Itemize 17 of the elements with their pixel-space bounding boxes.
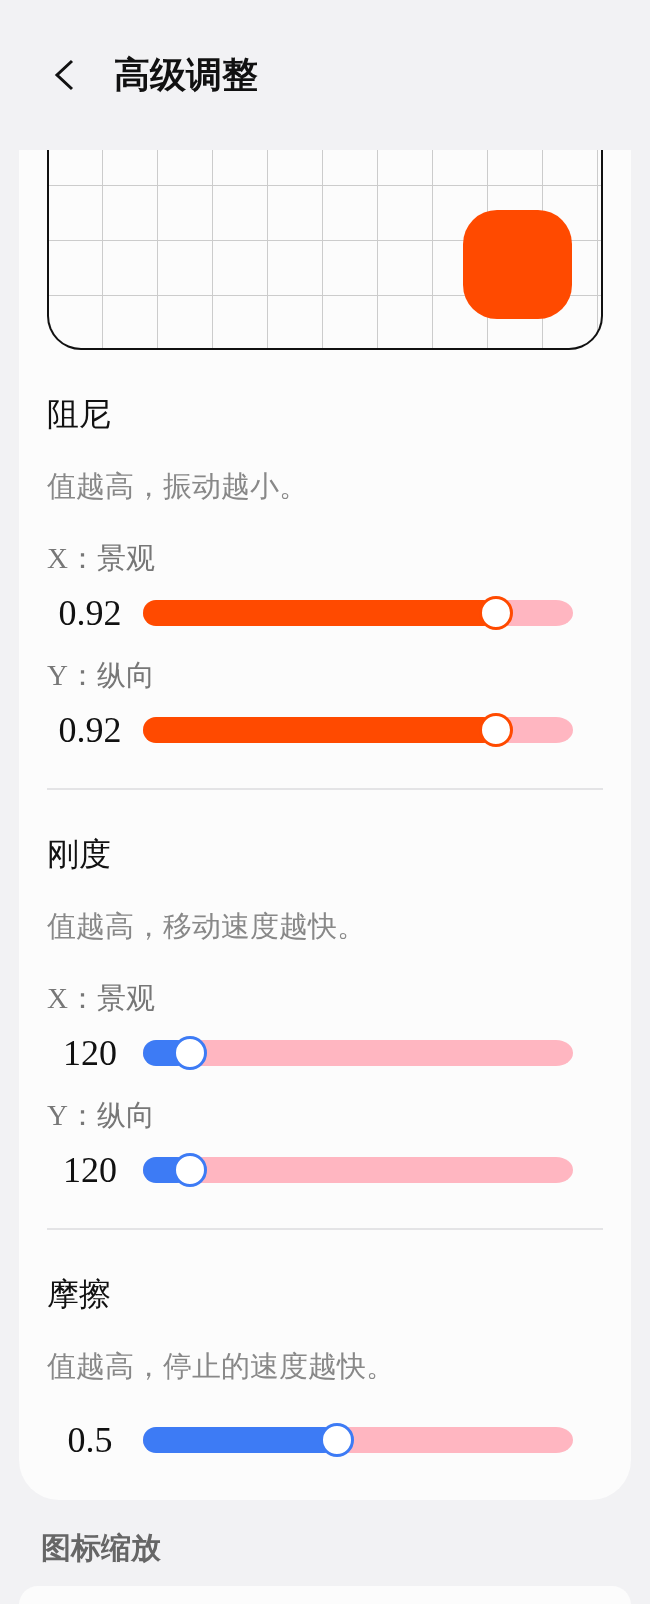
slider-label: X：景观 bbox=[47, 541, 156, 576]
slider-label: X：景观 bbox=[47, 981, 156, 1016]
slider-value: 120 bbox=[62, 1149, 118, 1191]
section-title: 阻尼 bbox=[47, 395, 112, 434]
slider-value: 120 bbox=[62, 1032, 118, 1074]
section-heading: 图标缩放 bbox=[41, 1530, 162, 1566]
slider-value: 0.5 bbox=[66, 1419, 114, 1461]
section-title: 摩擦 bbox=[47, 1275, 112, 1314]
section-description: 值越高，停止的速度越快。 bbox=[47, 1349, 396, 1384]
section-description: 值越高，移动速度越快。 bbox=[47, 909, 367, 944]
page-title: 高级调整 bbox=[114, 53, 258, 97]
slider-label: Y：纵向 bbox=[47, 1098, 156, 1133]
section-title: 刚度 bbox=[47, 835, 112, 874]
slider-value: 0.92 bbox=[57, 592, 123, 634]
section-description: 值越高，振动越小。 bbox=[47, 469, 309, 504]
slider-label: Y：纵向 bbox=[47, 658, 156, 693]
slider-value: 0.92 bbox=[57, 709, 123, 751]
